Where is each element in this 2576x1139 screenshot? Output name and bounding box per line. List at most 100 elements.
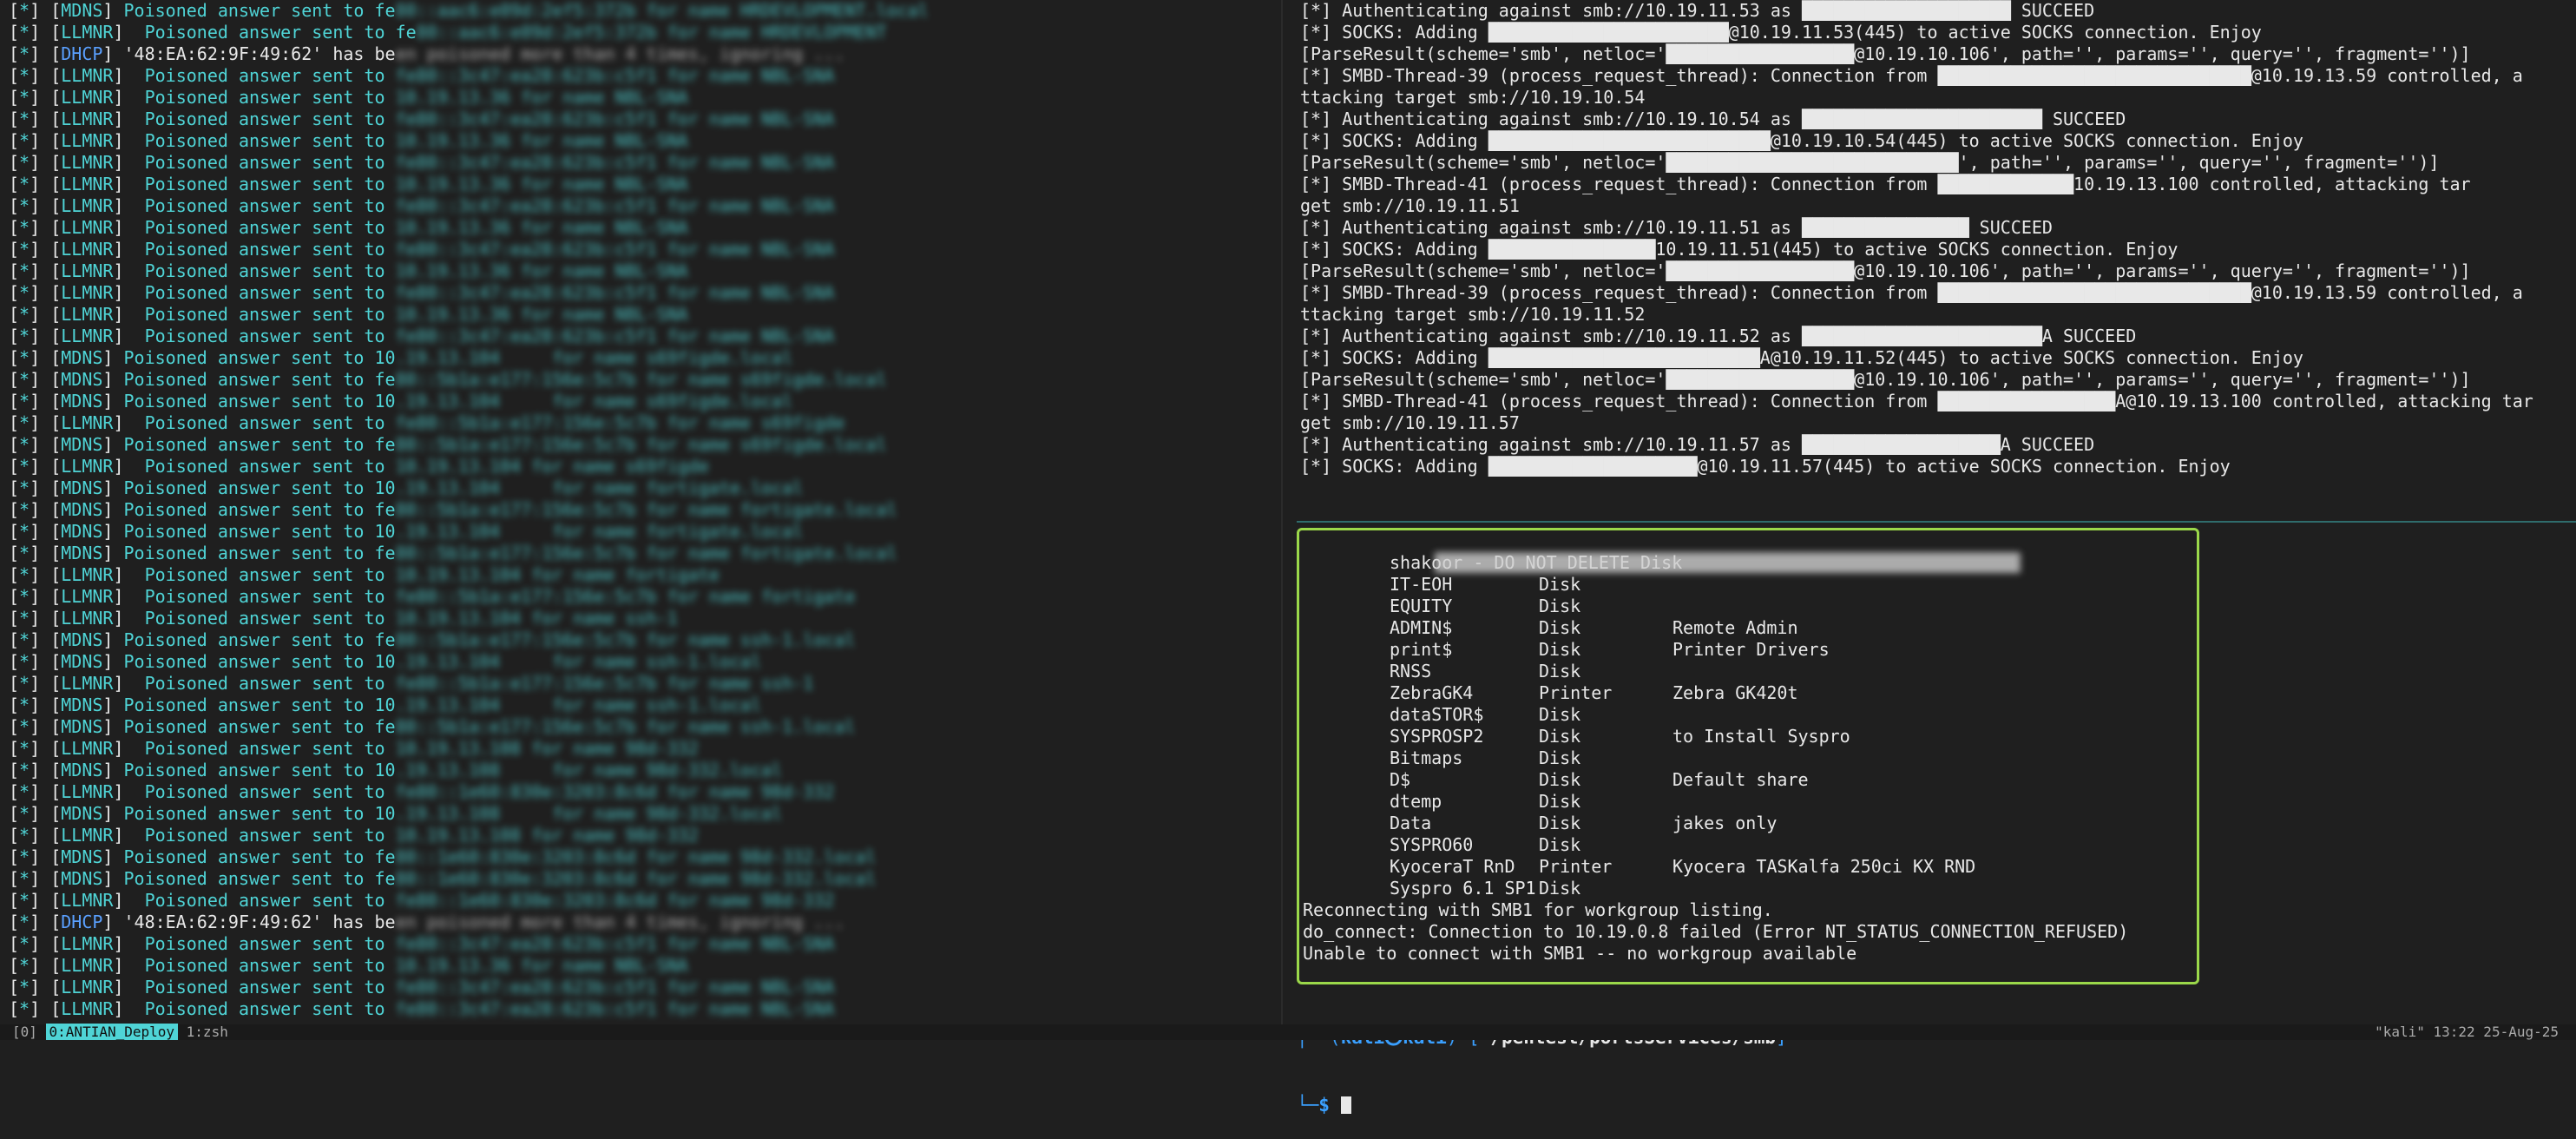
responder-log-line: [*] [LLMNR] Poisoned answer sent to fe80… [9, 781, 835, 802]
responder-log-line: [*] [LLMNR] Poisoned answer sent to fe80… [9, 412, 845, 433]
share-comment: Remote Admin [1672, 617, 1798, 638]
share-comment: to Install Syspro [1672, 726, 1850, 747]
share-type: Printer [1539, 682, 1613, 703]
share-row: RNSS Disk [1299, 661, 2197, 682]
responder-log-line: [*] [MDNS] Poisoned answer sent to 10.19… [9, 521, 804, 542]
window-tab-zsh[interactable]: 1:zsh [178, 1024, 228, 1040]
responder-log-line: [*] [MDNS] Poisoned answer sent to fe80:… [9, 434, 887, 455]
responder-log-line: [*] [LLMNR] Poisoned answer sent to 10.1… [9, 825, 699, 846]
responder-log-line: [*] [LLMNR] Poisoned answer sent to 10.1… [9, 304, 688, 325]
share-row: Syspro 6.1 SP1 Disk [1299, 878, 2197, 899]
responder-log-line: [*] [LLMNR] Poisoned answer sent to 10.1… [9, 564, 720, 585]
share-row: Data Disk jakes only [1299, 813, 2197, 834]
share-row: ADMIN$ Disk Remote Admin [1299, 617, 2197, 639]
relay-log-line: [*] Authenticating against smb://10.19.1… [1300, 434, 2095, 455]
responder-log-line: [*] [LLMNR] Poisoned answer sent to fe80… [9, 673, 814, 694]
share-row: KyoceraT RnD Printer Kyocera TASKalfa 250c… [1299, 856, 2197, 878]
share-type: Disk [1539, 617, 1581, 638]
horizontal-pane-divider[interactable] [1297, 521, 2576, 523]
relay-log-line: [*] SOCKS: Adding ████████████████████@1… [1300, 456, 2231, 477]
share-type: Printer [1539, 856, 1613, 877]
share-row: Bitmaps Disk [1299, 747, 2197, 769]
relay-log-line: get smb://10.19.11.57 [1300, 412, 1520, 433]
responder-log-line: [*] [MDNS] Poisoned answer sent to fe80:… [9, 0, 929, 21]
share-name: ZebraGK4 [1390, 682, 1474, 703]
relay-log-line: [*] SMBD-Thread-39 (process_request_thre… [1300, 65, 2523, 86]
share-row: D$ Disk Default share [1299, 769, 2197, 791]
responder-log-line: [*] [MDNS] Poisoned answer sent to fe80:… [9, 543, 897, 563]
share-type: Disk [1539, 596, 1581, 616]
responder-log-line: [*] [LLMNR] Poisoned answer sent to fe80… [9, 239, 835, 260]
relay-log-line: [*] Authenticating against smb://10.19.1… [1300, 109, 2126, 129]
shell-prompt[interactable]: ┌──(kali㉿kali)-[~/pentest/portsServices/… [1297, 981, 1787, 1139]
share-name: dataSTOR$ [1390, 704, 1484, 725]
responder-log-line: [*] [MDNS] Poisoned answer sent to 10.19… [9, 477, 804, 498]
status-right-clock: "kali" 13:22 25-Aug-25 [2375, 1024, 2559, 1040]
share-type: Disk [1539, 834, 1581, 855]
share-name: dtemp [1390, 791, 1442, 812]
responder-log-line: [*] [MDNS] Poisoned answer sent to fe80:… [9, 629, 856, 650]
responder-log-line: [*] [LLMNR] Poisoned answer sent to 10.1… [9, 955, 688, 976]
responder-pane[interactable]: [*] [MDNS] Poisoned answer sent to fe80:… [0, 0, 1276, 1024]
share-name: ADMIN$ [1390, 617, 1453, 638]
text-cursor [1340, 1096, 1351, 1114]
share-name: Syspro 6.1 SP1 [1390, 878, 1536, 899]
share-name: Data [1390, 813, 1432, 833]
responder-log-line: [*] [MDNS] Poisoned answer sent to 10.19… [9, 651, 762, 672]
responder-log-line: [*] [LLMNR] Poisoned answer sent to 10.1… [9, 217, 688, 238]
responder-log-line: [*] [LLMNR] Poisoned answer sent to 10.1… [9, 174, 688, 194]
active-window-tab[interactable]: 0:ANTIAN_Deploy [45, 1024, 179, 1040]
share-type: Disk [1539, 747, 1581, 768]
relay-log-line: [*] SMBD-Thread-41 (process_request_thre… [1300, 391, 2533, 411]
responder-log-line: [*] [MDNS] Poisoned answer sent to 10.19… [9, 760, 783, 780]
responder-log-line: [*] [LLMNR] Poisoned answer sent to fe80… [9, 152, 835, 173]
share-type: Disk [1539, 813, 1581, 833]
tmux-status-bar: [0] 0:ANTIAN_Deploy 1:zsh "kali" 13:22 2… [0, 1024, 2576, 1040]
share-name: SYSPROSP2 [1390, 726, 1484, 747]
responder-log-line: [*] [MDNS] Poisoned answer sent to 10.19… [9, 803, 783, 824]
responder-log-line: [*] [LLMNR] Poisoned answer sent to fe80… [9, 890, 835, 911]
responder-log-line: [*] [LLMNR] Poisoned answer sent to 10.1… [9, 456, 709, 477]
share-name: D$ [1390, 769, 1411, 790]
relay-log-line: [*] SMBD-Thread-39 (process_request_thre… [1300, 282, 2523, 303]
relay-log-line: [*] SOCKS: Adding ██████████████████████… [1300, 130, 2303, 151]
pane-divider[interactable] [1281, 0, 1283, 1024]
responder-log-line: [*] [MDNS] Poisoned answer sent to 10.19… [9, 347, 793, 368]
share-name: KyoceraT RnD [1390, 856, 1515, 877]
share-row: EQUITY Disk [1299, 596, 2197, 617]
share-type: Disk [1539, 878, 1581, 899]
responder-log-line: [*] [LLMNR] Poisoned answer sent to 10.1… [9, 608, 678, 629]
share-comment: Zebra GK420t [1672, 682, 1798, 703]
share-type: Disk [1539, 704, 1581, 725]
share-comment: Default share [1672, 769, 1809, 790]
relay-log-line: [*] Authenticating against smb://10.19.1… [1300, 326, 2137, 346]
share-type: Disk [1539, 661, 1581, 681]
share-name: print$ [1390, 639, 1453, 660]
smbclient-message: do_connect: Connection to 10.19.0.8 fail… [1303, 921, 2129, 942]
share-name: EQUITY [1390, 596, 1453, 616]
responder-log-line: [*] [LLMNR] Poisoned answer sent to fe80… [9, 586, 856, 607]
relay-log-line: [*] SMBD-Thread-41 (process_request_thre… [1300, 174, 2471, 194]
smbclient-message: Unable to connect with SMB1 -- no workgr… [1303, 943, 1857, 964]
responder-log-line: [*] [MDNS] Poisoned answer sent to fe80:… [9, 716, 856, 737]
responder-log-line: [*] [LLMNR] Poisoned answer sent to fe80… [9, 109, 835, 129]
relay-log-line: [*] Authenticating against smb://10.19.1… [1300, 217, 2053, 238]
responder-log-line: [*] [MDNS] Poisoned answer sent to fe80:… [9, 499, 897, 520]
share-name: SYSPRO60 [1390, 834, 1474, 855]
share-type: Disk [1539, 769, 1581, 790]
share-type: Disk [1539, 639, 1581, 660]
relay-log-line: [*] Authenticating against smb://10.19.1… [1300, 0, 2095, 21]
share-name: RNSS [1390, 661, 1432, 681]
relay-log-line: [ParseResult(scheme='smb', netloc='█████… [1300, 152, 2440, 173]
share-row: dataSTOR$ Disk [1299, 704, 2197, 726]
share-row: IT-EOH Disk [1299, 574, 2197, 596]
responder-log-line: [*] [MDNS] Poisoned answer sent to 10.19… [9, 695, 762, 715]
relay-log-line: [*] SOCKS: Adding ██████████████████████… [1300, 347, 2303, 368]
responder-log-line: [*] [LLMNR] Poisoned answer sent to 10.1… [9, 260, 688, 281]
share-comment: Printer Drivers [1672, 639, 1830, 660]
relay-log-line: get smb://10.19.11.51 [1300, 195, 1520, 216]
responder-log-line: [*] [DHCP] '48:EA:62:9F:49:62' has been … [9, 912, 845, 932]
share-name: IT-EOH [1390, 574, 1453, 595]
responder-log-line: [*] [MDNS] Poisoned answer sent to fe80:… [9, 369, 887, 390]
relay-log-line: ttacking target smb://10.19.10.54 [1300, 87, 1646, 108]
